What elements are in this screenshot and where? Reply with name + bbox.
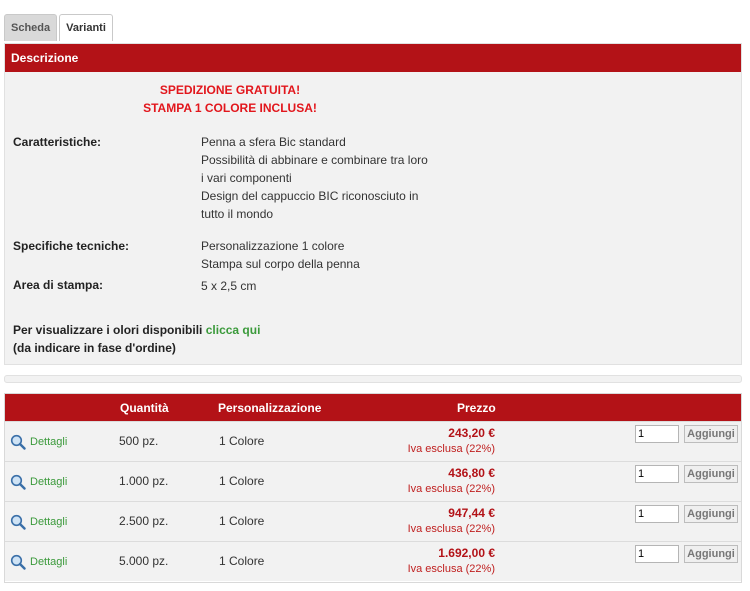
row-price-block: 1.692,00 € Iva esclusa (22%) xyxy=(408,545,495,577)
caratteristiche-values: Penna a sfera Bic standard Possibilità d… xyxy=(201,133,428,223)
details-link[interactable]: Dettagli xyxy=(10,514,67,530)
row-price-block: 243,20 € Iva esclusa (22%) xyxy=(408,425,495,457)
colors-link[interactable]: clicca qui xyxy=(206,323,261,337)
caratteristiche-line: Possibilità di abbinare e combinare tra … xyxy=(201,153,428,167)
caratteristiche-label: Caratteristiche: xyxy=(13,135,102,149)
details-link[interactable]: Dettagli xyxy=(10,434,67,450)
divider-bar xyxy=(4,375,742,383)
row-vat-note: Iva esclusa (22%) xyxy=(407,443,495,455)
specifiche-values: Personalizzazione 1 colore Stampa sul co… xyxy=(201,237,360,273)
add-button[interactable]: Aggiungi xyxy=(684,425,738,443)
caratteristiche-line: tutto il mondo xyxy=(201,207,274,221)
tab-varianti[interactable]: Varianti xyxy=(59,14,113,41)
colors-note-text: Per visualizzare i olori disponibili xyxy=(13,323,203,337)
details-label: Dettagli xyxy=(30,476,68,488)
caratteristiche-line: Design del cappuccio BIC riconosciuto in xyxy=(201,189,419,203)
tab-scheda[interactable]: Scheda xyxy=(4,14,58,41)
magnifier-icon xyxy=(10,434,26,450)
table-row: Dettagli 1.000 pz. 1 Colore 436,80 € Iva… xyxy=(5,461,741,501)
row-quantity: 5.000 pz. xyxy=(119,554,169,568)
header-quantita: Quantità xyxy=(120,401,169,415)
specifiche-label: Specifiche tecniche: xyxy=(13,239,130,253)
details-label: Dettagli xyxy=(30,556,68,568)
table-row: Dettagli 500 pz. 1 Colore 243,20 € Iva e… xyxy=(5,421,741,461)
row-price: 1.692,00 € xyxy=(438,546,495,560)
colors-note-sub: (da indicare in fase d'ordine) xyxy=(13,341,176,355)
description-header: Descrizione xyxy=(5,44,741,72)
area-value: 5 x 2,5 cm xyxy=(201,279,257,293)
promo-line-2: STAMPA 1 COLORE INCLUSA! xyxy=(143,101,317,115)
magnifier-icon xyxy=(10,554,26,570)
table-row: Dettagli 5.000 pz. 1 Colore 1.692,00 € I… xyxy=(5,541,741,581)
details-link[interactable]: Dettagli xyxy=(10,474,67,490)
quantity-input[interactable] xyxy=(635,505,679,523)
details-label: Dettagli xyxy=(30,516,68,528)
header-personalizzazione: Personalizzazione xyxy=(218,401,322,415)
row-quantity: 500 pz. xyxy=(119,434,159,448)
row-personalization: 1 Colore xyxy=(219,514,265,528)
row-price-block: 436,80 € Iva esclusa (22%) xyxy=(408,465,495,497)
promo-line-1: SPEDIZIONE GRATUITA! xyxy=(159,83,301,97)
price-table-header: Quantità Personalizzazione Prezzo xyxy=(5,394,741,421)
row-price: 436,80 € xyxy=(448,466,495,480)
row-personalization: 1 Colore xyxy=(219,434,265,448)
quantity-input[interactable] xyxy=(635,425,679,443)
magnifier-icon xyxy=(10,474,26,490)
details-label: Dettagli xyxy=(30,436,68,448)
row-quantity: 2.500 pz. xyxy=(119,514,169,528)
row-price: 947,44 € xyxy=(448,506,495,520)
description-panel: Descrizione SPEDIZIONE GRATUITA! STAMPA … xyxy=(4,43,742,365)
details-link[interactable]: Dettagli xyxy=(10,554,67,570)
specifiche-line: Personalizzazione 1 colore xyxy=(201,239,345,253)
row-price: 243,20 € xyxy=(448,426,495,440)
row-vat-note: Iva esclusa (22%) xyxy=(407,563,495,575)
add-button[interactable]: Aggiungi xyxy=(684,505,738,523)
colors-note: Per visualizzare i olori disponibili cli… xyxy=(13,321,260,357)
row-vat-note: Iva esclusa (22%) xyxy=(407,523,495,535)
quantity-input[interactable] xyxy=(635,465,679,483)
row-quantity: 1.000 pz. xyxy=(119,474,169,488)
table-row: Dettagli 2.500 pz. 1 Colore 947,44 € Iva… xyxy=(5,501,741,541)
add-button[interactable]: Aggiungi xyxy=(684,465,738,483)
caratteristiche-line: Penna a sfera Bic standard xyxy=(201,135,346,149)
price-table: Quantità Personalizzazione Prezzo Dettag… xyxy=(4,393,742,583)
tab-bar: Scheda Varianti xyxy=(4,14,113,42)
magnifier-icon xyxy=(10,514,26,530)
caratteristiche-line: i vari componenti xyxy=(201,171,292,185)
area-label: Area di stampa: xyxy=(13,278,104,292)
row-vat-note: Iva esclusa (22%) xyxy=(407,483,495,495)
add-button[interactable]: Aggiungi xyxy=(684,545,738,563)
quantity-input[interactable] xyxy=(635,545,679,563)
row-personalization: 1 Colore xyxy=(219,474,265,488)
specifiche-line: Stampa sul corpo della penna xyxy=(201,257,360,271)
header-prezzo: Prezzo xyxy=(457,401,496,415)
row-price-block: 947,44 € Iva esclusa (22%) xyxy=(408,505,495,537)
row-personalization: 1 Colore xyxy=(219,554,265,568)
